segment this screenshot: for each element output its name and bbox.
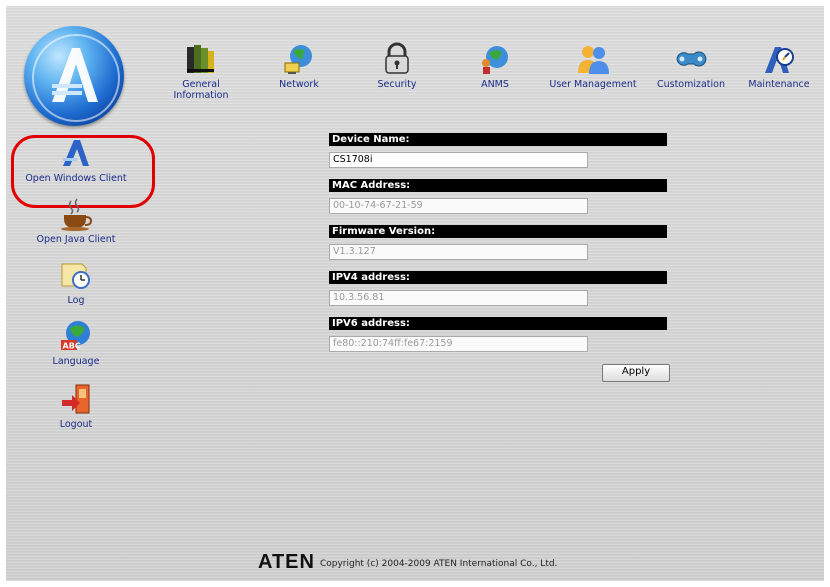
- nav-general-information[interactable]: General Information: [156, 41, 246, 101]
- log-clock-icon: [61, 263, 90, 289]
- maintenance-icon: [765, 47, 794, 73]
- ipv6-address-header: IPV6 address:: [329, 317, 667, 330]
- sidebar-open-windows-client[interactable]: Open Windows Client: [6, 136, 146, 184]
- java-cup-icon: [61, 198, 93, 231]
- svg-text:ABC: ABC: [63, 342, 81, 351]
- language-globe-icon: ABC: [61, 321, 90, 351]
- aten-brand-logo: ATEN: [258, 551, 315, 573]
- firmware-version-field: V1.3.127: [329, 244, 588, 260]
- globe-network-icon: [284, 45, 312, 74]
- firmware-version-header: Firmware Version:: [329, 225, 667, 238]
- sidebar-language[interactable]: ABC Language: [6, 319, 146, 367]
- footer: ATEN Copyright (c) 2004-2009 ATEN Interna…: [258, 551, 557, 575]
- anms-icon: [482, 46, 508, 74]
- sidebar-label: Log: [67, 295, 85, 306]
- sidebar-logout[interactable]: Logout: [6, 382, 146, 430]
- nav-label: Maintenance: [748, 79, 810, 90]
- sidebar-label: Open Java Client: [36, 234, 116, 245]
- windows-client-icon: [63, 140, 89, 166]
- sidebar-label: Open Windows Client: [25, 173, 127, 184]
- ipv4-address-field: 10.3.56.81: [329, 290, 588, 306]
- nav-anms[interactable]: ANMS: [450, 41, 540, 90]
- logout-door-icon: [62, 384, 90, 414]
- device-name-header: Device Name:: [329, 133, 667, 146]
- nav-label: ANMS: [481, 79, 509, 90]
- nav-label: Security: [377, 79, 417, 90]
- nav-network[interactable]: Network: [254, 41, 344, 90]
- mac-address-field: 00-10-74-67-21-59: [329, 198, 588, 214]
- top-navigation: General Information Network Security ANM…: [156, 41, 816, 111]
- aten-logo-icon: [24, 26, 124, 126]
- nav-label: General Information: [173, 79, 229, 101]
- app-window: General Information Network Security ANM…: [6, 6, 824, 581]
- padlock-icon: [385, 42, 409, 74]
- nav-customization[interactable]: Customization: [646, 41, 736, 90]
- sidebar-log[interactable]: Log: [6, 258, 146, 306]
- device-info-panel: Device Name: CS1708i MAC Address: 00-10-…: [329, 133, 670, 382]
- nav-label: Customization: [656, 79, 726, 90]
- copyright-text: Copyright (c) 2004-2009 ATEN Internation…: [319, 559, 558, 569]
- ipv6-address-field: fe80::210:74ff:fe67:2159: [329, 336, 588, 352]
- books-icon: [187, 45, 214, 73]
- sidebar-label: Language: [52, 356, 100, 367]
- device-name-input[interactable]: CS1708i: [329, 152, 588, 168]
- ipv4-address-header: IPV4 address:: [329, 271, 667, 284]
- nav-maintenance[interactable]: Maintenance: [734, 41, 824, 90]
- nav-user-management[interactable]: User Management: [548, 41, 638, 90]
- sidebar-open-java-client[interactable]: Open Java Client: [6, 197, 146, 245]
- users-icon: [578, 46, 609, 74]
- nav-label: Network: [279, 79, 319, 90]
- apply-button[interactable]: Apply: [602, 364, 670, 382]
- nav-label: User Management: [549, 79, 637, 90]
- mac-address-header: MAC Address:: [329, 179, 667, 192]
- nav-security[interactable]: Security: [352, 41, 442, 90]
- wrench-icon: [676, 51, 707, 67]
- sidebar-label: Logout: [59, 419, 93, 430]
